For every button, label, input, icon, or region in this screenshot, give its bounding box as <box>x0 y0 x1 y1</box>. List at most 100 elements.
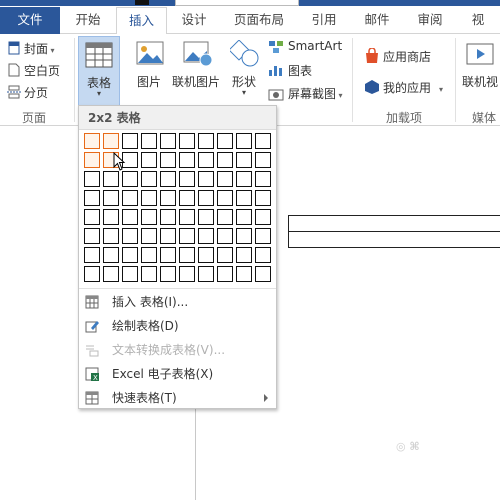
grid-cell[interactable] <box>122 209 138 225</box>
grid-cell[interactable] <box>122 171 138 187</box>
grid-cell[interactable] <box>255 266 271 282</box>
grid-cell[interactable] <box>236 209 252 225</box>
tab-page-layout[interactable]: 页面布局 <box>222 7 296 34</box>
grid-cell[interactable] <box>179 247 195 263</box>
shapes-button[interactable]: 形状 ▾ <box>228 36 264 106</box>
grid-cell[interactable] <box>236 133 252 149</box>
grid-cell[interactable] <box>179 266 195 282</box>
grid-cell[interactable] <box>217 133 233 149</box>
grid-cell[interactable] <box>198 133 214 149</box>
grid-cell[interactable] <box>179 209 195 225</box>
grid-cell[interactable] <box>122 133 138 149</box>
screenshot-button[interactable]: 屏幕截图 ▾ <box>268 85 343 102</box>
grid-cell[interactable] <box>160 247 176 263</box>
grid-cell[interactable] <box>141 228 157 244</box>
grid-cell[interactable] <box>217 247 233 263</box>
grid-cell[interactable] <box>84 190 100 206</box>
grid-cell[interactable] <box>179 152 195 168</box>
grid-cell[interactable] <box>103 209 119 225</box>
grid-cell[interactable] <box>236 247 252 263</box>
quick-access-item[interactable] <box>135 0 149 5</box>
page-break-button[interactable]: 分页 <box>6 84 48 101</box>
grid-cell[interactable] <box>217 209 233 225</box>
grid-cell[interactable] <box>255 209 271 225</box>
grid-cell[interactable] <box>122 247 138 263</box>
grid-cell[interactable] <box>160 209 176 225</box>
grid-cell[interactable] <box>84 228 100 244</box>
grid-cell[interactable] <box>160 190 176 206</box>
grid-cell[interactable] <box>179 228 195 244</box>
grid-cell[interactable] <box>160 171 176 187</box>
grid-cell[interactable] <box>255 171 271 187</box>
grid-cell[interactable] <box>160 133 176 149</box>
grid-cell[interactable] <box>103 266 119 282</box>
grid-cell[interactable] <box>217 228 233 244</box>
grid-cell[interactable] <box>217 152 233 168</box>
grid-cell[interactable] <box>141 209 157 225</box>
online-picture-button[interactable]: 联机图片 <box>172 36 224 94</box>
grid-cell[interactable] <box>160 152 176 168</box>
grid-cell[interactable] <box>160 228 176 244</box>
grid-cell[interactable] <box>141 190 157 206</box>
grid-cell[interactable] <box>84 152 100 168</box>
grid-cell[interactable] <box>122 228 138 244</box>
grid-cell[interactable] <box>84 266 100 282</box>
grid-cell[interactable] <box>217 171 233 187</box>
grid-cell[interactable] <box>198 190 214 206</box>
grid-cell[interactable] <box>84 171 100 187</box>
grid-cell[interactable] <box>141 133 157 149</box>
grid-cell[interactable] <box>236 228 252 244</box>
menu-item-quick-tables[interactable]: 快速表格(T) <box>79 386 276 410</box>
tab-references[interactable]: 引用 <box>300 7 348 34</box>
grid-cell[interactable] <box>198 228 214 244</box>
grid-cell[interactable] <box>198 247 214 263</box>
my-apps-button[interactable]: 我的应用 ▾ <box>364 79 443 96</box>
grid-cell[interactable] <box>179 133 195 149</box>
grid-cell[interactable] <box>217 266 233 282</box>
grid-cell[interactable] <box>255 152 271 168</box>
grid-cell[interactable] <box>141 171 157 187</box>
grid-cell[interactable] <box>160 266 176 282</box>
grid-cell[interactable] <box>198 152 214 168</box>
grid-cell[interactable] <box>179 190 195 206</box>
picture-button[interactable]: 图片 <box>133 36 169 94</box>
grid-cell[interactable] <box>255 228 271 244</box>
smartart-button[interactable]: SmartArt <box>268 39 342 53</box>
tab-home[interactable]: 开始 <box>62 7 114 34</box>
menu-item-draw-table[interactable]: 绘制表格(D) <box>79 314 276 338</box>
grid-cell[interactable] <box>103 228 119 244</box>
grid-cell[interactable] <box>255 190 271 206</box>
grid-cell[interactable] <box>236 266 252 282</box>
grid-cell[interactable] <box>198 171 214 187</box>
grid-cell[interactable] <box>236 171 252 187</box>
menu-item-excel-spreadsheet[interactable]: X Excel 电子表格(X) <box>79 362 276 386</box>
tab-review[interactable]: 审阅 <box>406 7 454 34</box>
table-button[interactable]: 表格 ▾ <box>78 36 120 106</box>
grid-cell[interactable] <box>141 152 157 168</box>
grid-cell[interactable] <box>217 190 233 206</box>
online-video-button[interactable]: 联机视 <box>460 36 500 94</box>
grid-cell[interactable] <box>255 247 271 263</box>
tab-mailings[interactable]: 邮件 <box>352 7 402 34</box>
tab-file[interactable]: 文件 <box>0 7 60 34</box>
grid-cell[interactable] <box>255 133 271 149</box>
grid-cell[interactable] <box>198 209 214 225</box>
grid-cell[interactable] <box>103 133 119 149</box>
grid-cell[interactable] <box>179 171 195 187</box>
tab-insert[interactable]: 插入 <box>116 7 167 35</box>
app-store-button[interactable]: 应用商店 <box>364 48 431 65</box>
tab-design[interactable]: 设计 <box>168 7 220 34</box>
grid-cell[interactable] <box>103 247 119 263</box>
menu-item-insert-table[interactable]: 插入 表格(I)... <box>79 290 276 314</box>
cover-page-button[interactable]: 封面 ▾ <box>6 40 55 57</box>
grid-cell[interactable] <box>141 247 157 263</box>
grid-cell[interactable] <box>84 133 100 149</box>
tab-view[interactable]: 视 <box>456 7 500 34</box>
chart-button[interactable]: 图表 <box>268 62 312 79</box>
grid-cell[interactable] <box>103 171 119 187</box>
grid-cell[interactable] <box>198 266 214 282</box>
grid-cell[interactable] <box>141 266 157 282</box>
blank-page-button[interactable]: 空白页 <box>6 62 60 79</box>
grid-cell[interactable] <box>84 247 100 263</box>
grid-cell[interactable] <box>122 266 138 282</box>
